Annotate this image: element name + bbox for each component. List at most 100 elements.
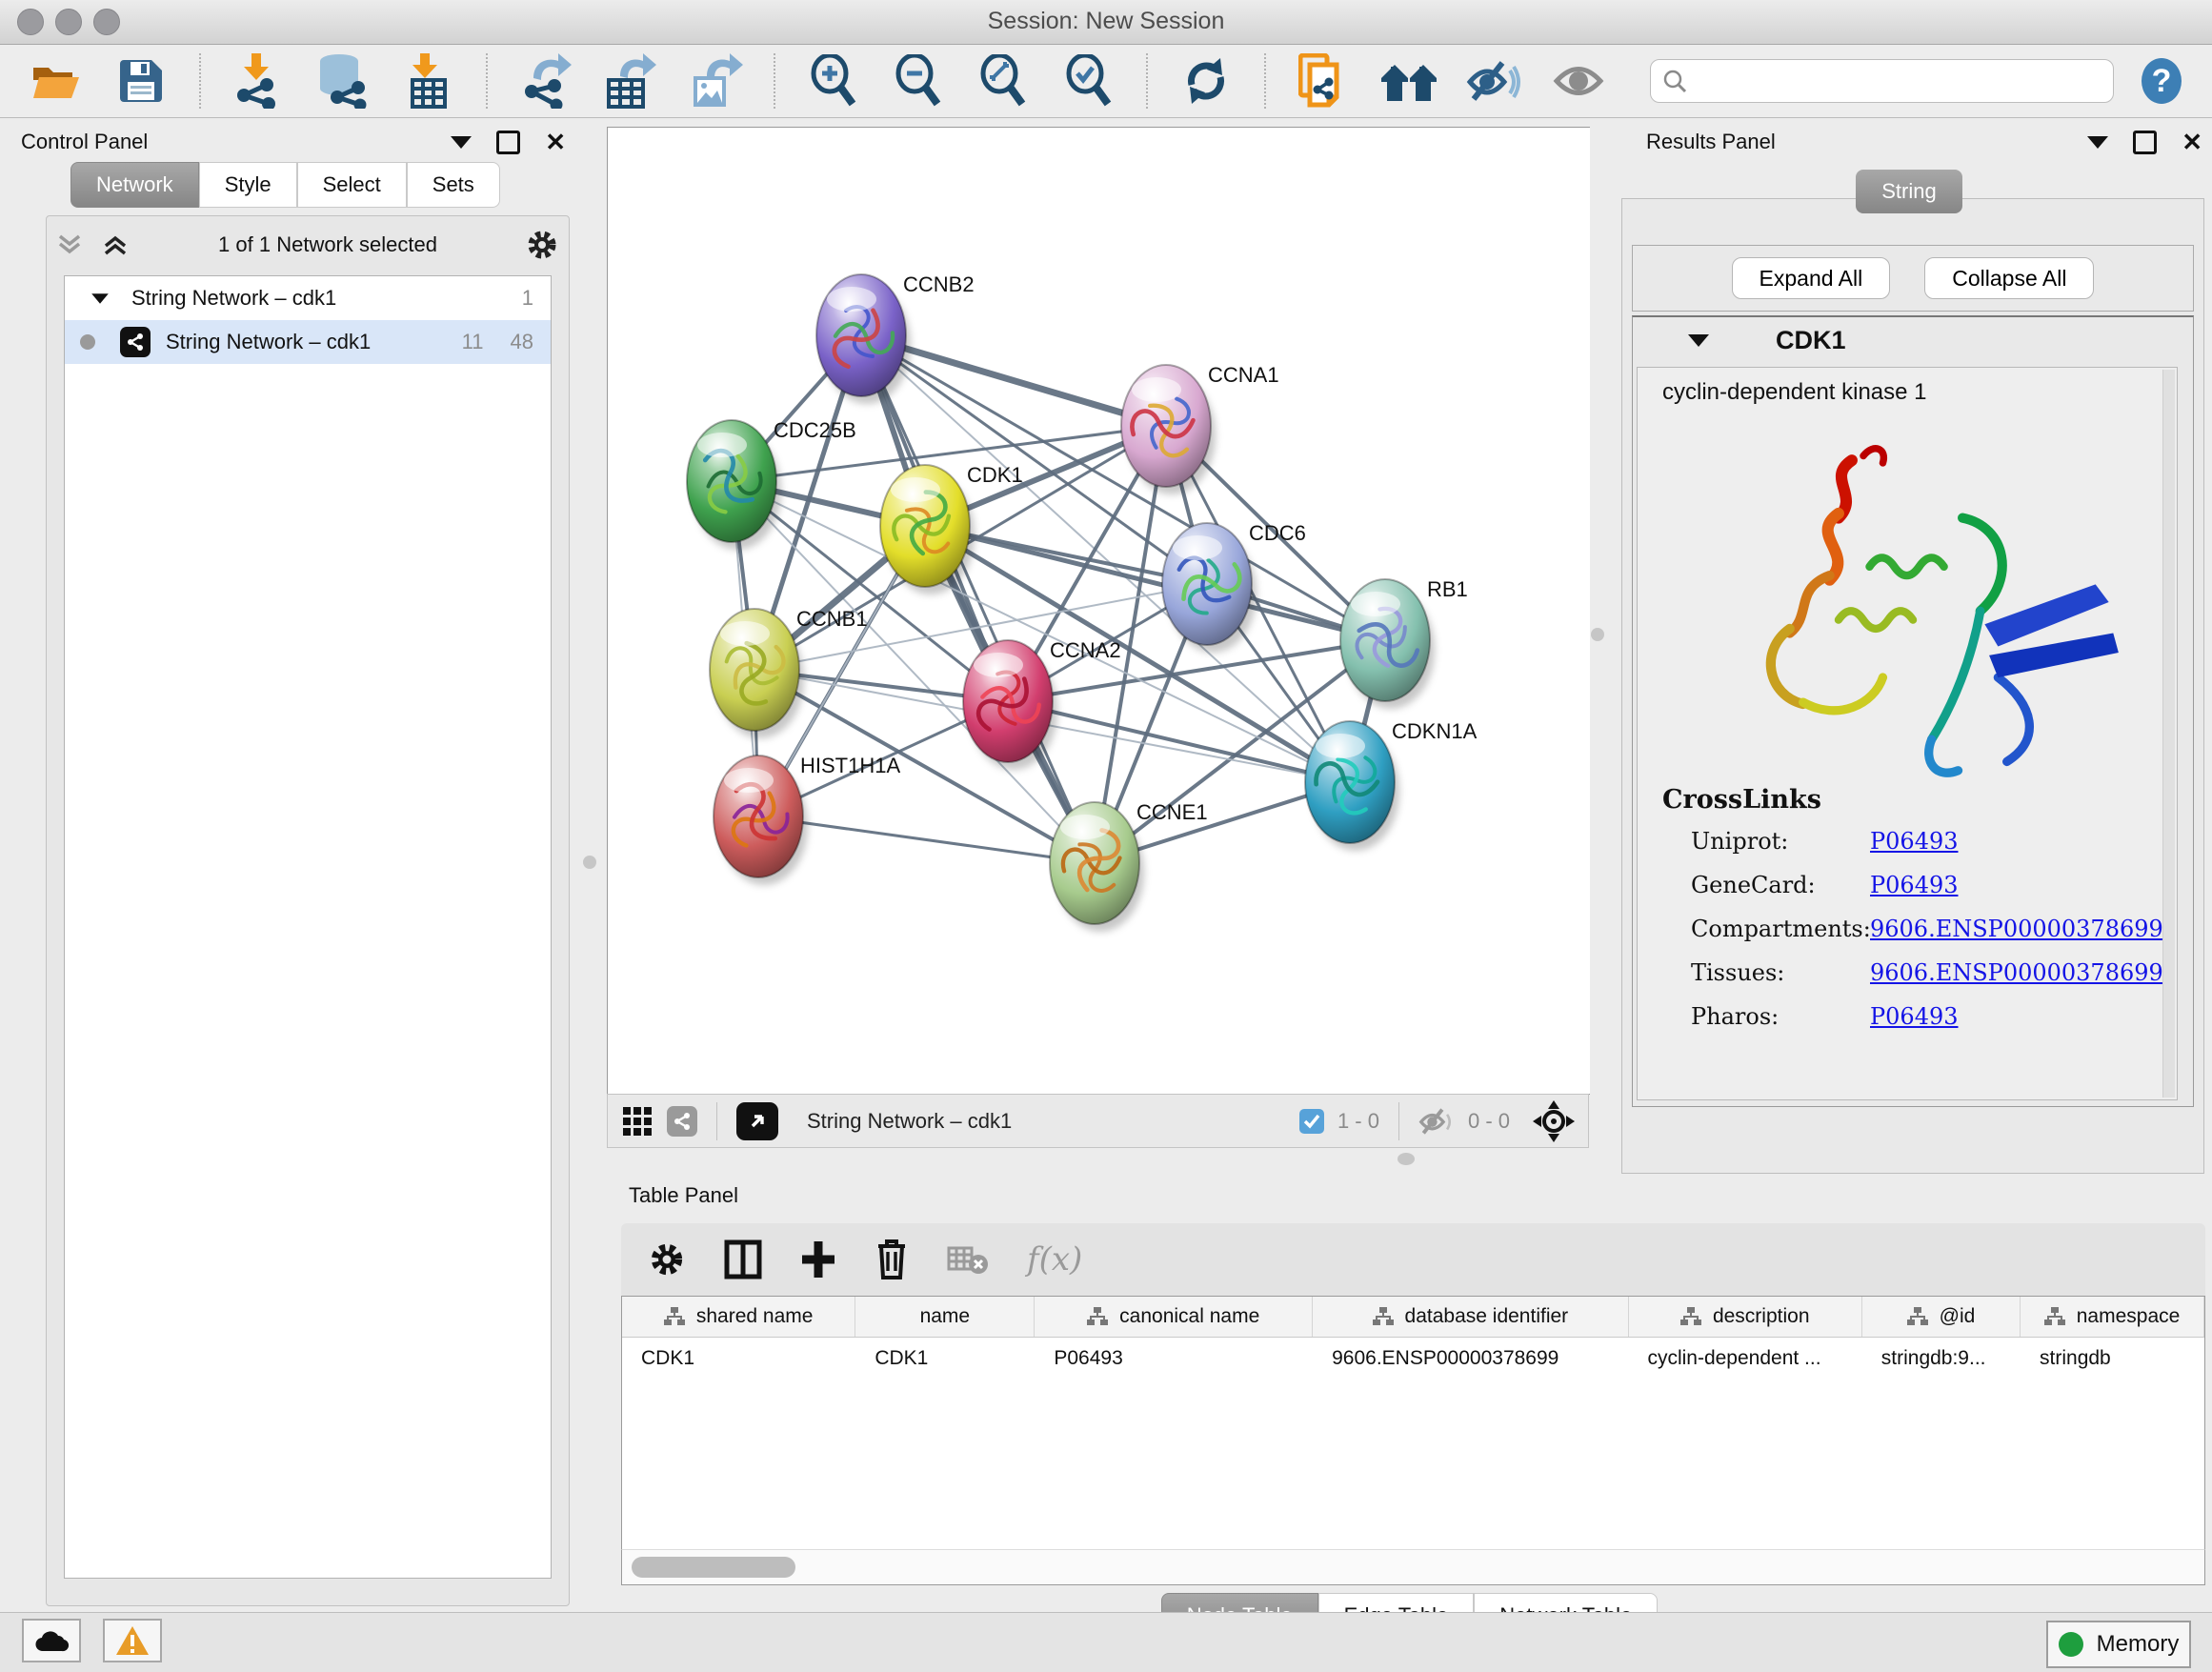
import-network-database-icon[interactable] [312,51,374,111]
network-options-gear-icon[interactable] [525,228,559,262]
network-collection-row[interactable]: String Network – cdk1 1 [65,276,551,320]
column-header-database-identifier[interactable]: database identifier [1313,1297,1628,1337]
close-panel-icon[interactable]: ✕ [2182,130,2202,154]
first-neighbors-icon[interactable] [1377,51,1439,111]
table-cell[interactable]: CDK1 [622,1338,855,1380]
search-box[interactable] [1650,59,2114,103]
scrollbar-thumb[interactable] [632,1557,795,1578]
column-header-shared-name[interactable]: shared name [622,1297,855,1337]
crosslink-link[interactable]: 9606.ENSP00000378699 [1870,959,2163,986]
export-image-icon[interactable] [685,51,747,111]
table-options-gear-icon[interactable] [648,1240,686,1279]
table-cell[interactable]: 9606.ENSP00000378699 [1313,1338,1628,1380]
string-query-icon[interactable] [1293,51,1355,111]
column-header-canonical-name[interactable]: canonical name [1035,1297,1313,1337]
node-CCNB2[interactable]: CCNB2 [816,272,975,404]
collapse-all-button[interactable]: Collapse All [1924,257,2094,299]
table-row[interactable]: CDK1CDK1P064939606.ENSP00000378699cyclin… [622,1338,2204,1380]
export-network-icon[interactable] [514,51,576,111]
column-header--id[interactable]: @id [1862,1297,2021,1337]
help-icon[interactable]: ? [2137,51,2187,111]
save-session-icon[interactable] [110,51,171,111]
crosslink-label: Compartments: [1691,916,1870,942]
node-CDKN1A[interactable]: CDKN1A [1305,719,1478,851]
node-CDC6[interactable]: CDC6 [1162,521,1306,653]
add-column-icon[interactable] [800,1239,836,1279]
bottom-splitter-handle[interactable] [1398,1153,1415,1165]
table-cell[interactable]: stringdb [2021,1338,2204,1380]
right-splitter-handle[interactable] [1591,628,1604,641]
zoom-selected-icon[interactable] [1057,51,1119,111]
column-header-description[interactable]: description [1629,1297,1862,1337]
detach-view-icon[interactable] [736,1102,778,1140]
edge-HIST1H1A-CCNE1[interactable] [758,816,1095,863]
export-table-icon[interactable] [600,51,662,111]
zoom-in-icon[interactable] [802,51,864,111]
tab-select[interactable]: Select [297,162,407,208]
grid-view-icon[interactable] [621,1105,654,1138]
function-builder-icon[interactable]: f(x) [1027,1240,1082,1279]
refresh-icon[interactable] [1175,51,1237,111]
search-input[interactable] [1697,68,2101,94]
network-row[interactable]: String Network – cdk1 11 48 [65,320,551,364]
collection-expand-icon[interactable] [91,293,109,303]
crosslink-link[interactable]: P06493 [1870,1003,1959,1030]
show-columns-icon[interactable] [724,1239,762,1279]
network-view-toolbar: String Network – cdk1 1 - 0 0 - 0 [607,1094,1589,1148]
expand-all-button[interactable]: Expand All [1732,257,1891,299]
node-CCNA2[interactable]: CCNA2 [963,638,1121,770]
node-table[interactable]: shared namenamecanonical namedatabase id… [621,1296,2205,1551]
protein-section-header[interactable]: CDK1 [1633,317,2193,363]
tab-string[interactable]: String [1856,170,1962,213]
table-toolbar: f(x) [621,1223,2205,1296]
node-CCNE1[interactable]: CCNE1 [1050,800,1208,932]
memory-button[interactable]: Memory [2046,1621,2191,1668]
table-cell[interactable]: cyclin-dependent ... [1628,1338,1861,1380]
section-expand-icon[interactable] [1688,334,1709,347]
show-all-icon[interactable] [1548,51,1610,111]
zoom-out-icon[interactable] [888,51,950,111]
float-panel-icon[interactable] [496,131,520,154]
table-cell[interactable]: CDK1 [855,1338,1035,1380]
edge-CDK1-RB1[interactable] [925,526,1385,640]
table-cell[interactable]: P06493 [1035,1338,1313,1380]
results-scrollbar[interactable] [2162,370,2175,1098]
zoom-fit-icon[interactable] [973,51,1035,111]
collapse-panel-icon[interactable] [2087,136,2108,149]
left-splitter-handle[interactable] [583,856,596,869]
tab-style[interactable]: Style [199,162,297,208]
column-header-name[interactable]: name [855,1297,1035,1337]
node-RB1[interactable]: RB1 [1340,577,1468,709]
toolbar-separator [774,53,775,109]
delete-column-trash-icon[interactable] [875,1239,909,1280]
table-header-row: shared namenamecanonical namedatabase id… [622,1297,2204,1338]
node-CCNA1[interactable]: CCNA1 [1121,363,1279,494]
crosslink-link[interactable]: P06493 [1870,872,1959,898]
close-panel-icon[interactable]: ✕ [545,130,566,154]
table-cell[interactable]: stringdb:9... [1862,1338,2021,1380]
network-canvas[interactable]: CCNB2CCNA1CDC25BCDK1CDC6RB1CCNB1CCNA2CDK… [607,127,1590,1095]
import-table-file-icon[interactable] [397,51,459,111]
column-header-namespace[interactable]: namespace [2021,1297,2204,1337]
string-view-icon[interactable] [667,1106,697,1137]
table-horizontal-scrollbar[interactable] [621,1549,2205,1585]
edge-CCNB2-CCNE1[interactable] [861,335,1095,863]
cloud-status-button[interactable] [22,1619,81,1662]
crosslink-link[interactable]: 9606.ENSP00000378699 [1870,916,2163,942]
tab-sets[interactable]: Sets [407,162,500,208]
expand-all-icon[interactable] [102,232,131,257]
collapse-panel-icon[interactable] [451,136,472,149]
import-network-file-icon[interactable] [228,51,290,111]
delete-table-icon[interactable] [947,1244,989,1275]
warnings-button[interactable] [103,1619,162,1662]
hidden-eye-icon[interactable] [1418,1107,1455,1136]
hide-selected-icon[interactable] [1462,51,1524,111]
open-session-icon[interactable] [25,51,87,111]
node-HIST1H1A[interactable]: HIST1H1A [714,754,900,885]
collapse-all-icon[interactable] [56,232,85,257]
float-panel-icon[interactable] [2133,131,2157,154]
tab-network[interactable]: Network [70,162,199,208]
crosslink-link[interactable]: P06493 [1870,828,1959,855]
selected-checkbox-icon[interactable] [1299,1109,1324,1134]
fit-center-icon[interactable] [1533,1100,1575,1142]
